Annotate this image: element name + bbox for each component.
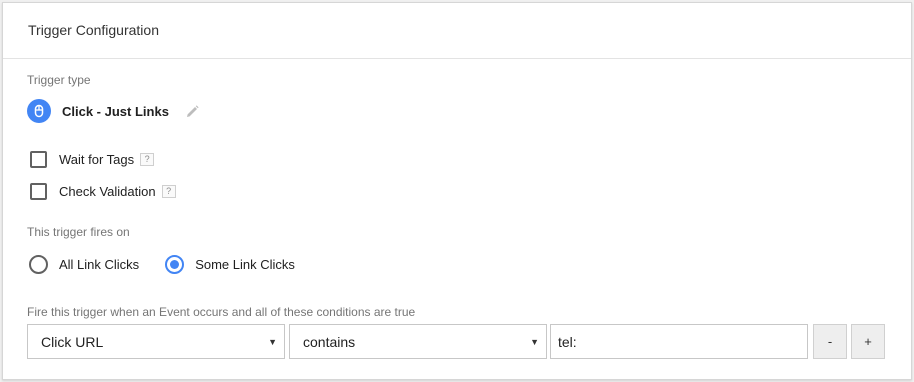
- option-wait-for-tags[interactable]: Wait for Tags ?: [30, 149, 155, 169]
- card-title: Trigger Configuration: [28, 22, 159, 38]
- fires-on-radio-group: All Link Clicks Some Link Clicks: [29, 253, 295, 275]
- card-header: Trigger Configuration: [3, 3, 911, 59]
- mouse-icon: [27, 99, 51, 123]
- radio-selected-dot: [170, 259, 180, 269]
- dropdown-arrow-icon: ▼: [268, 337, 277, 347]
- trigger-configuration-card: Trigger Configuration Trigger type Click…: [2, 2, 912, 380]
- operator-select[interactable]: contains ▼: [289, 324, 547, 359]
- add-condition-button[interactable]: +: [851, 324, 885, 359]
- trigger-type-name: Click - Just Links: [62, 103, 169, 119]
- some-link-clicks-label[interactable]: Some Link Clicks: [195, 257, 295, 272]
- variable-select-value: Click URL: [41, 333, 104, 350]
- dropdown-arrow-icon: ▼: [530, 337, 539, 347]
- remove-condition-button[interactable]: -: [813, 324, 847, 359]
- operator-select-value: contains: [303, 333, 356, 350]
- help-icon[interactable]: ?: [161, 184, 176, 198]
- variable-select[interactable]: Click URL ▼: [27, 324, 285, 359]
- help-icon[interactable]: ?: [140, 152, 155, 166]
- check-validation-label: Check Validation: [59, 183, 156, 199]
- condition-value-input[interactable]: tel:: [550, 324, 808, 359]
- all-link-clicks-radio[interactable]: [29, 254, 48, 274]
- condition-value-text: tel:: [558, 333, 577, 350]
- option-check-validation[interactable]: Check Validation ?: [30, 181, 176, 201]
- all-link-clicks-label[interactable]: All Link Clicks: [59, 257, 139, 272]
- wait-for-tags-checkbox[interactable]: [30, 150, 47, 168]
- condition-label: Fire this trigger when an Event occurs a…: [27, 305, 416, 319]
- trigger-type-selector[interactable]: Click - Just Links: [27, 99, 201, 123]
- wait-for-tags-label: Wait for Tags: [59, 151, 135, 167]
- check-validation-checkbox[interactable]: [30, 182, 47, 200]
- some-link-clicks-radio[interactable]: [165, 254, 185, 274]
- trigger-type-label: Trigger type: [27, 73, 91, 87]
- fires-on-label: This trigger fires on: [27, 225, 130, 239]
- pencil-icon[interactable]: [185, 103, 201, 119]
